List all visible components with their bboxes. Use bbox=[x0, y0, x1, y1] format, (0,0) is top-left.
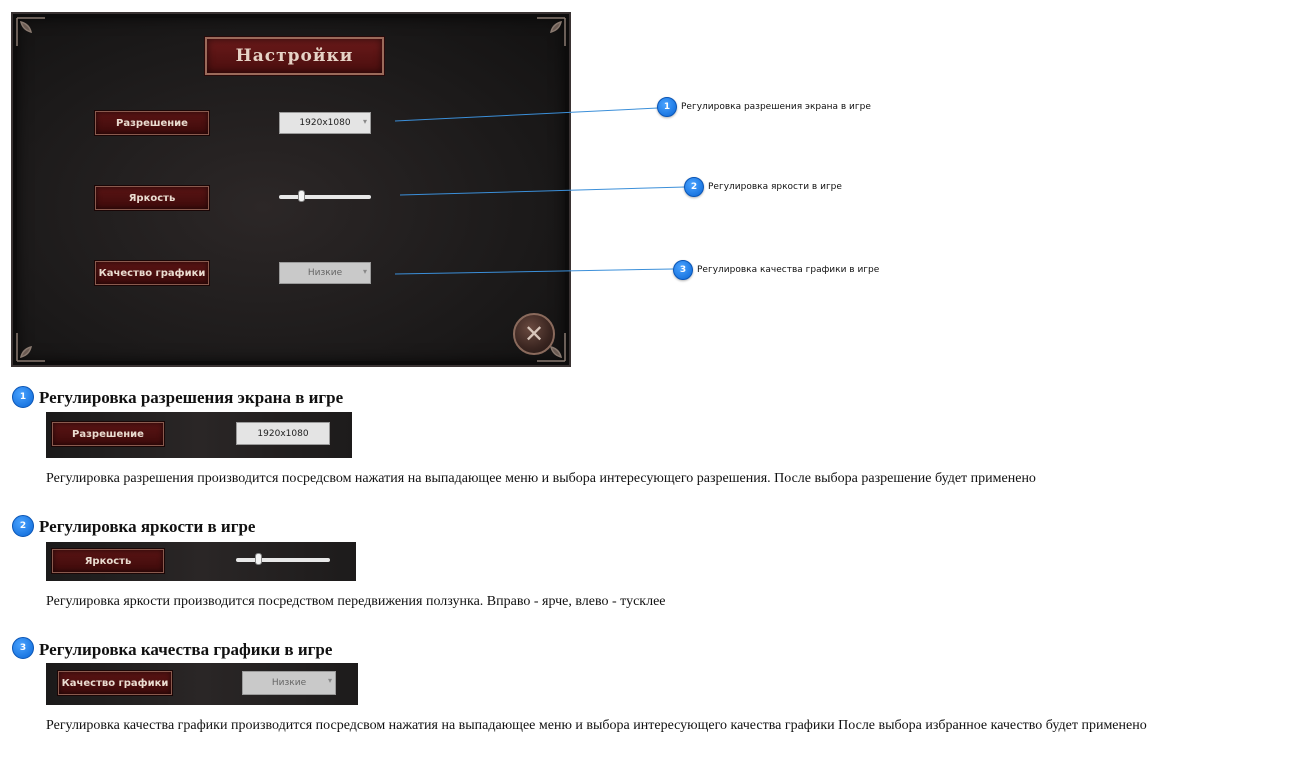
section-image-2: Яркость bbox=[46, 542, 356, 581]
brightness-slider bbox=[236, 553, 330, 565]
section-title-3: Регулировка качества графики в игре bbox=[39, 640, 333, 659]
chevron-down-icon: ▾ bbox=[327, 676, 332, 685]
section-description-2: Регулировка яркости производится посредс… bbox=[46, 594, 666, 609]
brightness-button: Яркость bbox=[52, 549, 164, 573]
section-title-1: Регулировка разрешения экрана в игре bbox=[39, 388, 344, 407]
section-badge-1[interactable]: 1 bbox=[12, 386, 34, 408]
graphics-quality-dropdown: Низкие ▾ bbox=[242, 671, 336, 695]
callout-text-1: Регулировка разрешения экрана в игре bbox=[681, 102, 871, 112]
callout-badge-2[interactable]: 2 bbox=[684, 177, 704, 197]
section-image-3: Качество графики Низкие ▾ bbox=[46, 663, 358, 705]
brightness-slider-thumb bbox=[255, 553, 262, 565]
section-badge-2[interactable]: 2 bbox=[12, 515, 34, 537]
callout-line-3 bbox=[394, 268, 674, 275]
callout-text-3: Регулировка качества графики в игре bbox=[697, 265, 880, 275]
graphics-quality-button: Качество графики bbox=[58, 671, 172, 695]
callout-line-2 bbox=[399, 186, 686, 196]
section-badge-3[interactable]: 3 bbox=[12, 637, 34, 659]
graphics-quality-value: Низкие bbox=[271, 678, 307, 688]
callout-badge-3[interactable]: 3 bbox=[673, 260, 693, 280]
section-title-2: Регулировка яркости в игре bbox=[39, 517, 256, 536]
section-description-3: Регулировка качества графики производитс… bbox=[46, 718, 1147, 733]
section-image-1: Разрешение 1920x1080 bbox=[46, 412, 352, 458]
callout-badge-1[interactable]: 1 bbox=[657, 97, 677, 117]
resolution-button: Разрешение bbox=[52, 422, 164, 446]
resolution-value: 1920x1080 bbox=[257, 428, 309, 439]
callout-line-1 bbox=[394, 107, 659, 122]
callout-text-2: Регулировка яркости в игре bbox=[708, 182, 842, 192]
resolution-dropdown: 1920x1080 bbox=[236, 422, 330, 445]
section-description-1: Регулировка разрешения производится поср… bbox=[46, 471, 1036, 486]
